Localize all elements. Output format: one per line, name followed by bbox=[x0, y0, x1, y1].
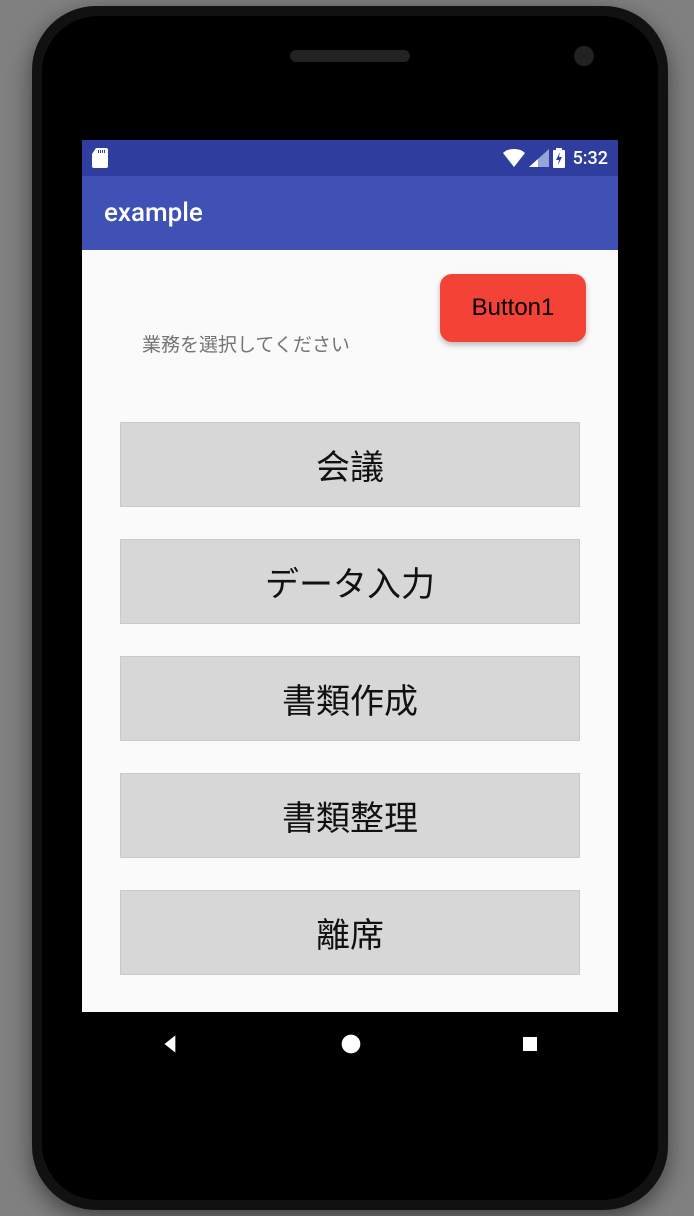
app-title: example bbox=[104, 198, 203, 228]
app-bar: example bbox=[82, 176, 618, 250]
task-button-data-entry[interactable]: データ入力 bbox=[120, 539, 580, 624]
wifi-icon bbox=[503, 149, 525, 167]
prompt-label: 業務を選択してください bbox=[142, 330, 350, 357]
task-button-meeting[interactable]: 会議 bbox=[120, 422, 580, 507]
task-button-away[interactable]: 離席 bbox=[120, 890, 580, 975]
status-bar: 5:32 bbox=[82, 140, 618, 176]
nav-back-icon[interactable] bbox=[158, 1031, 184, 1057]
task-button-doc-organize[interactable]: 書類整理 bbox=[120, 773, 580, 858]
phone-bezel: 5:32 example 業務を選択してください Button1 会議 データ入… bbox=[42, 16, 658, 1200]
battery-charging-icon bbox=[553, 148, 565, 168]
phone-speaker bbox=[290, 50, 410, 62]
cell-signal-icon bbox=[529, 149, 549, 167]
button1[interactable]: Button1 bbox=[440, 274, 586, 342]
screen: 5:32 example 業務を選択してください Button1 会議 データ入… bbox=[82, 140, 618, 1076]
navigation-bar bbox=[82, 1012, 618, 1076]
nav-recent-icon[interactable] bbox=[518, 1032, 542, 1056]
status-time: 5:32 bbox=[573, 148, 608, 169]
phone-camera bbox=[574, 46, 594, 66]
task-list: 会議 データ入力 書類作成 書類整理 離席 bbox=[120, 422, 580, 975]
content-area: 業務を選択してください Button1 会議 データ入力 書類作成 書類整理 離… bbox=[82, 250, 618, 1012]
nav-home-icon[interactable] bbox=[337, 1030, 365, 1058]
sd-card-icon bbox=[92, 148, 108, 168]
phone-frame: 5:32 example 業務を選択してください Button1 会議 データ入… bbox=[32, 6, 668, 1210]
top-row: 業務を選択してください Button1 bbox=[120, 274, 580, 374]
task-button-doc-create[interactable]: 書類作成 bbox=[120, 656, 580, 741]
